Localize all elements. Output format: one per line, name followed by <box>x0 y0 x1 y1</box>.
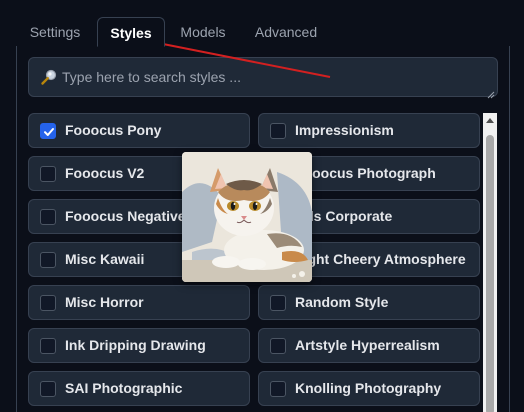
style-search-box[interactable] <box>28 57 498 99</box>
scrollbar-thumb[interactable] <box>486 135 494 412</box>
checkbox[interactable] <box>40 338 56 354</box>
tab-settings[interactable]: Settings <box>16 17 94 47</box>
style-label: Fooocus Negative <box>65 208 186 224</box>
style-label: Fooocus Pony <box>65 122 162 138</box>
style-item-misc-horror[interactable]: Misc Horror <box>28 285 250 320</box>
style-label: Light Cheery Atmosphere <box>295 251 466 267</box>
style-label: Random Style <box>295 294 389 310</box>
tab-advanced[interactable]: Advanced <box>242 17 330 47</box>
search-icon <box>40 68 58 86</box>
style-label: Ink Dripping Drawing <box>65 337 206 353</box>
checkbox[interactable] <box>270 381 286 397</box>
checkbox[interactable] <box>40 166 56 182</box>
checkbox[interactable] <box>40 295 56 311</box>
style-label: Fooocus Photograph <box>295 165 436 181</box>
style-item-ink-dripping-drawing[interactable]: Ink Dripping Drawing <box>28 328 250 363</box>
style-label: Misc Kawaii <box>65 251 145 267</box>
checkbox[interactable] <box>40 209 56 225</box>
vertical-scrollbar[interactable] <box>483 113 497 412</box>
tab-styles[interactable]: Styles <box>97 17 165 47</box>
scroll-up-arrow-icon[interactable] <box>486 118 494 123</box>
cat-icon <box>182 152 312 282</box>
checkbox[interactable] <box>40 381 56 397</box>
style-label: SAI Photographic <box>65 380 183 396</box>
style-item-fooocus-pony[interactable]: Fooocus Pony <box>28 113 250 148</box>
style-item-impressionism[interactable]: Impressionism <box>258 113 480 148</box>
tab-models[interactable]: Models <box>167 17 239 47</box>
checkbox[interactable] <box>270 123 286 139</box>
checkbox[interactable] <box>40 252 56 268</box>
style-label: Knolling Photography <box>295 380 442 396</box>
checkmark-icon <box>44 128 54 136</box>
style-item-knolling-photography[interactable]: Knolling Photography <box>258 371 480 406</box>
tab-bar: Settings Styles Models Advanced <box>16 17 508 47</box>
resize-handle-icon[interactable] <box>487 86 495 99</box>
checkbox[interactable] <box>270 338 286 354</box>
style-label: Misc Horror <box>65 294 144 310</box>
style-item-sai-photographic[interactable]: SAI Photographic <box>28 371 250 406</box>
style-label: Fooocus V2 <box>65 165 145 181</box>
style-item-random-style[interactable]: Random Style <box>258 285 480 320</box>
style-preview-image <box>182 152 312 282</box>
style-item-artstyle-hyperrealism[interactable]: Artstyle Hyperrealism <box>258 328 480 363</box>
checkbox-checked[interactable] <box>40 123 56 139</box>
style-label: Impressionism <box>295 122 394 138</box>
checkbox[interactable] <box>270 295 286 311</box>
search-input[interactable] <box>62 58 482 96</box>
style-label: Artstyle Hyperrealism <box>295 337 440 353</box>
